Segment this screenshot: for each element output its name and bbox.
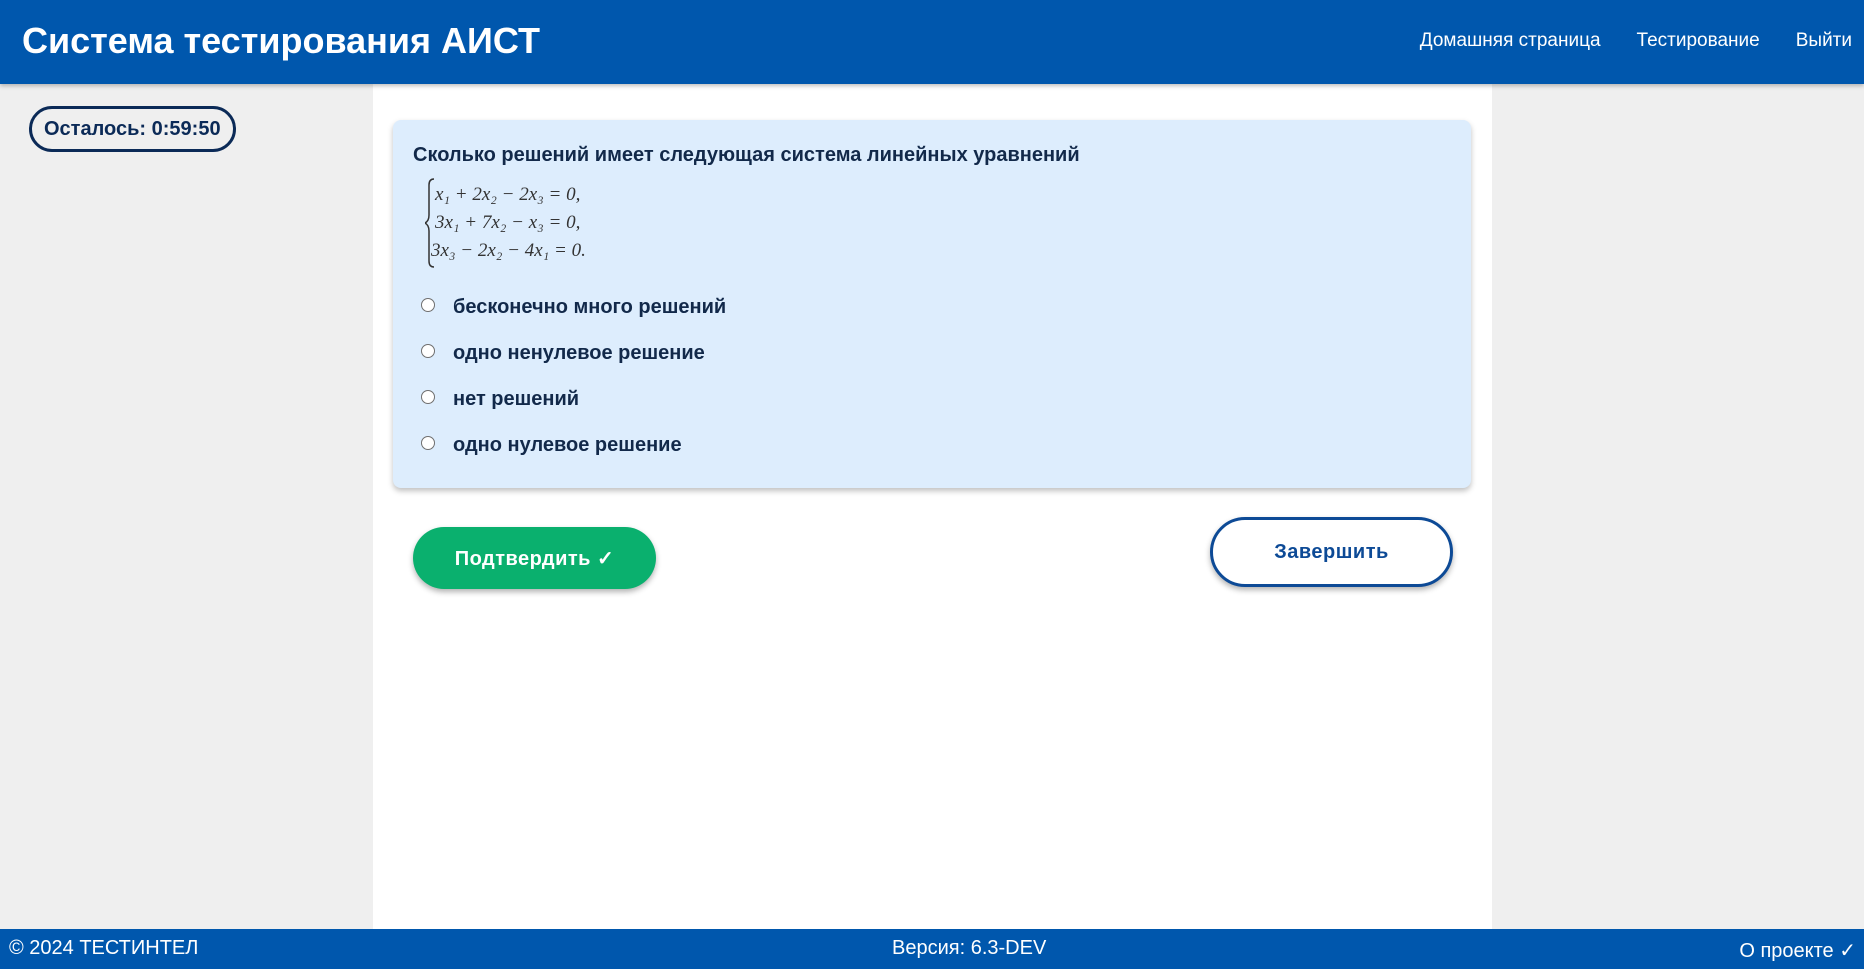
finish-button[interactable]: Завершить <box>1210 517 1453 587</box>
nav-logout-link[interactable]: Выйти <box>1796 30 1852 52</box>
top-nav: Домашняя страница Тестирование Выйти <box>1420 30 1852 52</box>
answer-option-label[interactable]: бесконечно много решений <box>453 296 726 319</box>
answer-option[interactable]: одно ненулевое решение <box>421 330 726 376</box>
radio-button[interactable] <box>421 344 435 358</box>
equation-line-3: 3x₃ − 2x₂ − 4x₁ = 0. <box>430 240 586 261</box>
nav-home-link[interactable]: Домашняя страница <box>1420 30 1601 52</box>
footer-about-link[interactable]: О проекте ✓ <box>1739 938 1856 963</box>
answer-option[interactable]: нет решений <box>421 376 726 422</box>
equation-line-1: x₁ + 2x₂ − 2x₃ = 0, <box>434 184 580 205</box>
confirm-button[interactable]: Подтвердить ✓ <box>413 527 656 589</box>
app-header: Система тестирования АИСТ Домашняя стран… <box>0 0 1864 84</box>
radio-button[interactable] <box>421 436 435 450</box>
main-content: Сколько решений имеет следующая система … <box>373 84 1492 929</box>
nav-testing-link[interactable]: Тестирование <box>1637 30 1760 52</box>
radio-button[interactable] <box>421 390 435 404</box>
equation-system-image: x₁ + 2x₂ − 2x₃ = 0, 3x₁ + 7x₂ − x₃ = 0, … <box>425 178 586 268</box>
question-card: Сколько решений имеет следующая система … <box>393 120 1471 488</box>
app-title: Система тестирования АИСТ <box>22 20 540 61</box>
app-footer: © 2024 ТЕСТИНТЕЛ Версия: 6.3-DEV О проек… <box>0 929 1864 969</box>
answer-options: бесконечно много решений одно ненулевое … <box>421 284 726 468</box>
radio-button[interactable] <box>421 298 435 312</box>
footer-version: Версия: 6.3-DEV <box>892 937 1047 959</box>
equation-line-2: 3x₁ + 7x₂ − x₃ = 0, <box>434 212 580 233</box>
time-remaining-badge: Осталось: 0:59:50 <box>29 106 236 152</box>
answer-option-label[interactable]: нет решений <box>453 388 579 411</box>
answer-option[interactable]: одно нулевое решение <box>421 422 726 468</box>
footer-copyright: © 2024 ТЕСТИНТЕЛ <box>9 937 199 959</box>
answer-option-label[interactable]: одно нулевое решение <box>453 434 682 457</box>
question-text: Сколько решений имеет следующая система … <box>413 144 1080 166</box>
answer-option[interactable]: бесконечно много решений <box>421 284 726 330</box>
answer-option-label[interactable]: одно ненулевое решение <box>453 342 705 365</box>
